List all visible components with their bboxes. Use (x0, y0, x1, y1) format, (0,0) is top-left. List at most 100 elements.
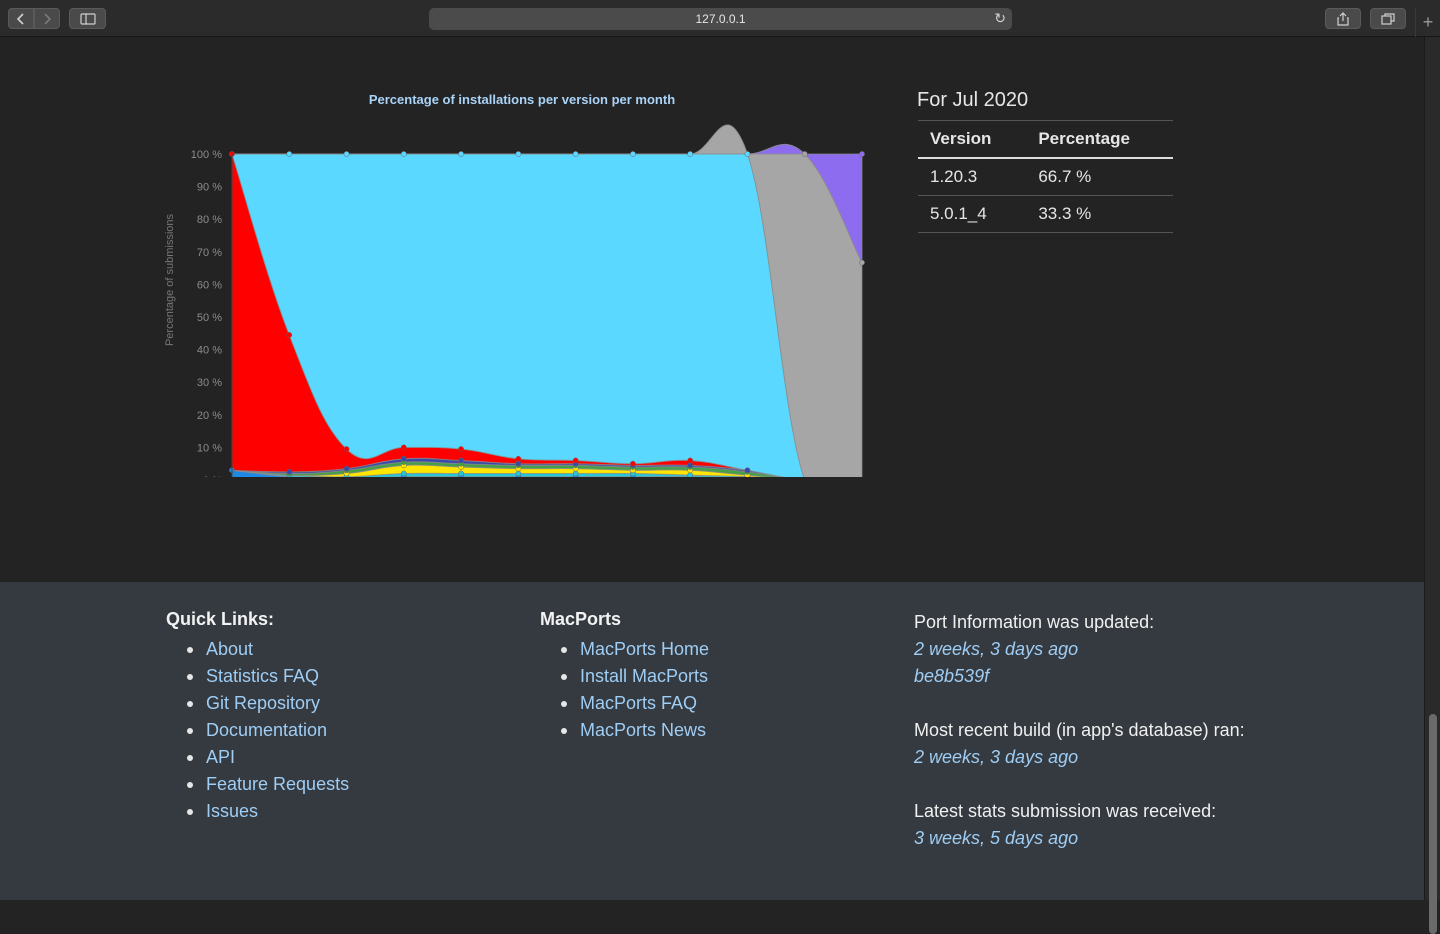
data-point[interactable] (630, 151, 636, 157)
data-point[interactable] (687, 472, 694, 477)
git-repository-link[interactable]: Git Repository (206, 693, 320, 713)
url-text: 127.0.0.1 (695, 12, 746, 26)
y-tick-label: 100 % (191, 149, 222, 161)
macports-home-link[interactable]: MacPorts Home (580, 639, 709, 659)
data-point[interactable] (343, 151, 350, 157)
data-point[interactable] (515, 151, 522, 157)
y-tick-label: 80 % (197, 214, 222, 226)
data-point[interactable] (801, 151, 808, 157)
y-axis-label: Percentage of submissions (164, 213, 176, 346)
list-item: About (186, 636, 349, 663)
data-point[interactable] (515, 470, 522, 477)
data-point[interactable] (343, 465, 350, 472)
y-tick-label: 60 % (197, 279, 222, 291)
documentation-link[interactable]: Documentation (206, 720, 327, 740)
version-table: Version Percentage 1.20.3 66.7 % 5.0.1_4… (918, 120, 1173, 233)
version-cell: 5.0.1_4 (918, 195, 1027, 233)
list-item: Git Repository (186, 690, 349, 717)
list-item: API (186, 744, 349, 771)
share-button[interactable] (1325, 8, 1361, 29)
sidebar-icon (79, 12, 96, 25)
stats-time: 3 weeks, 5 days ago (914, 828, 1079, 848)
data-point[interactable] (286, 332, 293, 338)
y-tick-label: 30 % (197, 377, 222, 389)
chevron-right-icon (44, 12, 52, 25)
page-content: Percentage of installations per version … (0, 37, 1424, 582)
y-tick-label: 40 % (197, 345, 222, 357)
data-point[interactable] (515, 455, 522, 462)
statistics-faq-link[interactable]: Statistics FAQ (206, 666, 319, 686)
scrollbar[interactable] (1424, 37, 1440, 934)
new-tab-button[interactable]: + (1415, 8, 1440, 37)
macports-section: MacPorts MacPorts Home Install MacPorts … (540, 609, 709, 744)
page-footer: Quick Links: About Statistics FAQ Git Re… (0, 582, 1424, 900)
list-item: MacPorts News (560, 717, 709, 744)
version-cell: 1.20.3 (918, 158, 1027, 196)
data-point[interactable] (572, 151, 579, 157)
data-point[interactable] (458, 457, 464, 464)
about-link[interactable]: About (206, 639, 253, 659)
list-item: Statistics FAQ (186, 663, 349, 690)
list-item: Feature Requests (186, 771, 349, 798)
forward-button[interactable] (34, 8, 60, 29)
data-point[interactable] (400, 151, 407, 157)
data-point[interactable] (458, 151, 464, 157)
macports-title: MacPorts (540, 609, 622, 629)
table-row: 1.20.3 66.7 % (918, 158, 1173, 196)
data-point[interactable] (859, 259, 865, 266)
data-point[interactable] (400, 455, 407, 462)
sidebar-toggle-button[interactable] (69, 8, 106, 29)
data-point[interactable] (687, 151, 694, 157)
macports-faq-link[interactable]: MacPorts FAQ (580, 693, 697, 713)
y-tick-label: 90 % (197, 182, 222, 194)
data-point[interactable] (400, 470, 407, 477)
table-row: 5.0.1_4 33.3 % (918, 195, 1173, 233)
tabs-icon (1381, 12, 1395, 25)
api-link[interactable]: API (206, 747, 235, 767)
data-point[interactable] (286, 469, 293, 475)
data-point[interactable] (458, 470, 464, 477)
commit-link[interactable]: be8b539f (914, 666, 989, 686)
version-column-header: Version (918, 120, 1027, 159)
list-item: Issues (186, 798, 349, 825)
list-item: Install MacPorts (560, 663, 709, 690)
data-point[interactable] (859, 151, 865, 157)
data-point[interactable] (744, 467, 751, 474)
feature-requests-link[interactable]: Feature Requests (206, 774, 349, 794)
percentage-cell: 66.7 % (1026, 158, 1173, 196)
data-point[interactable] (400, 444, 407, 451)
build-label: Most recent build (in app's database) ra… (914, 720, 1245, 740)
issues-link[interactable]: Issues (206, 801, 258, 821)
browser-toolbar: 127.0.0.1 ↻ + (0, 0, 1440, 37)
port-info-time: 2 weeks, 3 days ago (914, 639, 1079, 659)
scrollbar-thumb[interactable] (1429, 714, 1437, 934)
list-item: MacPorts FAQ (560, 690, 709, 717)
chart-svg: Percentage of installations per version … (164, 92, 865, 477)
chevron-left-icon (16, 12, 24, 25)
back-button[interactable] (8, 8, 34, 29)
y-axis-ticks: 0 % 10 % 20 % 30 % 40 % 50 % 60 % 70 % 80 % 90 % 1… (191, 149, 222, 477)
data-point[interactable] (687, 457, 694, 464)
y-tick-label: 50 % (197, 312, 222, 324)
data-point[interactable] (572, 470, 579, 477)
data-point[interactable] (343, 446, 350, 452)
macports-news-link[interactable]: MacPorts News (580, 720, 706, 740)
stats-label: Latest stats submission was received: (914, 801, 1217, 821)
list-item: Documentation (186, 717, 349, 744)
data-point[interactable] (286, 151, 293, 157)
data-point[interactable] (515, 460, 522, 467)
build-time: 2 weeks, 3 days ago (914, 747, 1079, 767)
share-icon (1337, 11, 1349, 26)
data-point[interactable] (458, 446, 464, 452)
data-point[interactable] (572, 457, 579, 464)
show-tabs-button[interactable] (1370, 8, 1406, 29)
reload-icon[interactable]: ↻ (994, 10, 1006, 27)
data-point[interactable] (687, 462, 694, 469)
quick-links-section: Quick Links: About Statistics FAQ Git Re… (166, 609, 349, 825)
install-macports-link[interactable]: Install MacPorts (580, 666, 708, 686)
address-bar[interactable]: 127.0.0.1 ↻ (429, 8, 1012, 30)
data-point[interactable] (744, 151, 751, 157)
selected-month-title: For Jul 2020 (917, 89, 1029, 111)
table-header-row: Version Percentage (918, 120, 1173, 159)
data-point[interactable] (630, 460, 636, 467)
